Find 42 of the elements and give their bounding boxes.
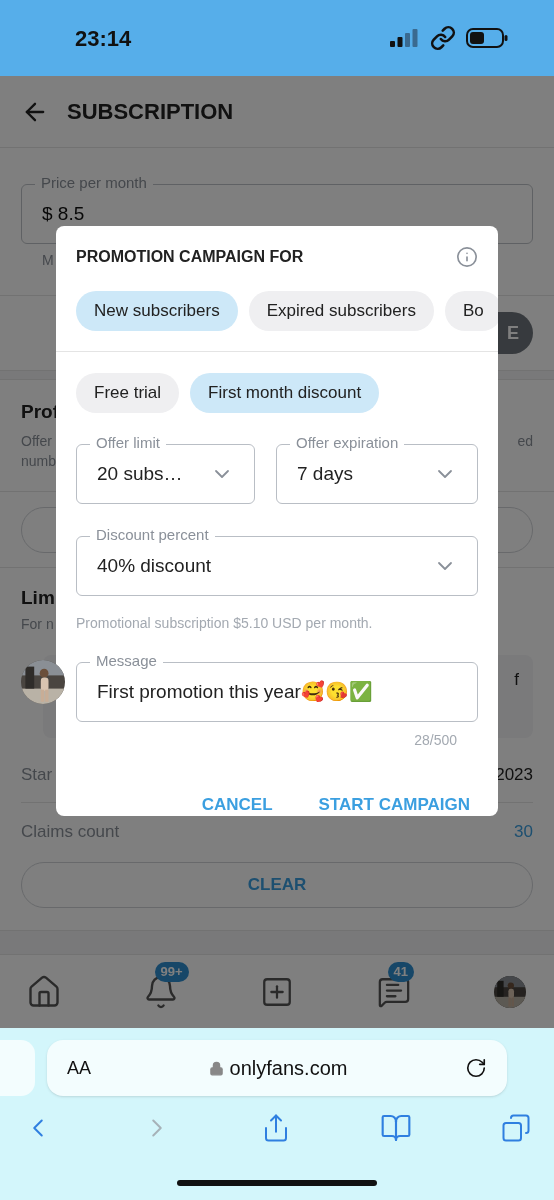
battery-icon	[466, 28, 508, 48]
tabs-icon[interactable]	[501, 1113, 531, 1143]
hint-text: M	[42, 251, 54, 270]
field-label: Offer expiration	[290, 434, 405, 452]
info-icon[interactable]	[456, 246, 478, 268]
filter-chip[interactable]: New subscribers	[76, 291, 238, 331]
url-text: onlyfans.com	[229, 1056, 348, 1081]
dialog-title: PROMOTION CAMPAIGN FOR	[76, 247, 304, 267]
count-badge: 99+	[154, 961, 189, 982]
field-value: First promotion this year🥰😘✅	[97, 679, 374, 704]
clock-time: 23:14	[75, 24, 132, 53]
field-value: $ 8.5	[42, 201, 85, 226]
filter-chip[interactable]: Free trial	[76, 373, 180, 413]
field-value: 20 subs…	[97, 461, 184, 486]
count-badge: 41	[387, 961, 414, 982]
filter-chip[interactable]: Expired subscribers	[248, 291, 434, 331]
section-text: For n	[21, 615, 54, 632]
field-label: Price per month	[35, 174, 153, 192]
field-value: 40% discount	[97, 553, 213, 578]
filter-chip[interactable]: First month discount	[190, 373, 380, 413]
summary-text: Promotional subscription $5.10 USD per month.	[75, 614, 374, 633]
character-counter: 28/500	[413, 731, 458, 750]
section-title: Lim	[21, 586, 55, 608]
section-text: Offer	[21, 432, 52, 451]
link-icon	[430, 25, 456, 51]
reload-icon[interactable]	[465, 1057, 487, 1079]
section-text: ed	[517, 432, 533, 451]
text-size-button[interactable]: AA	[67, 1054, 91, 1082]
filter-chip[interactable]: Bo	[444, 291, 498, 331]
field-value: 7 days	[297, 461, 354, 486]
row-label: Claims count	[21, 821, 120, 844]
card-text: f	[514, 669, 519, 691]
home-icon[interactable]	[26, 973, 62, 1010]
row-label: Star	[21, 764, 53, 787]
section-text: numb	[21, 452, 57, 471]
page-title: SUBSCRIPTION	[67, 98, 234, 126]
row-value: 30	[514, 821, 533, 844]
address-bar[interactable]: AA onlyfans.com	[47, 1040, 507, 1096]
signal-icon	[390, 29, 418, 47]
field-label: Discount percent	[90, 526, 215, 544]
book-icon[interactable]	[380, 1112, 412, 1144]
lock-icon	[208, 1060, 224, 1076]
